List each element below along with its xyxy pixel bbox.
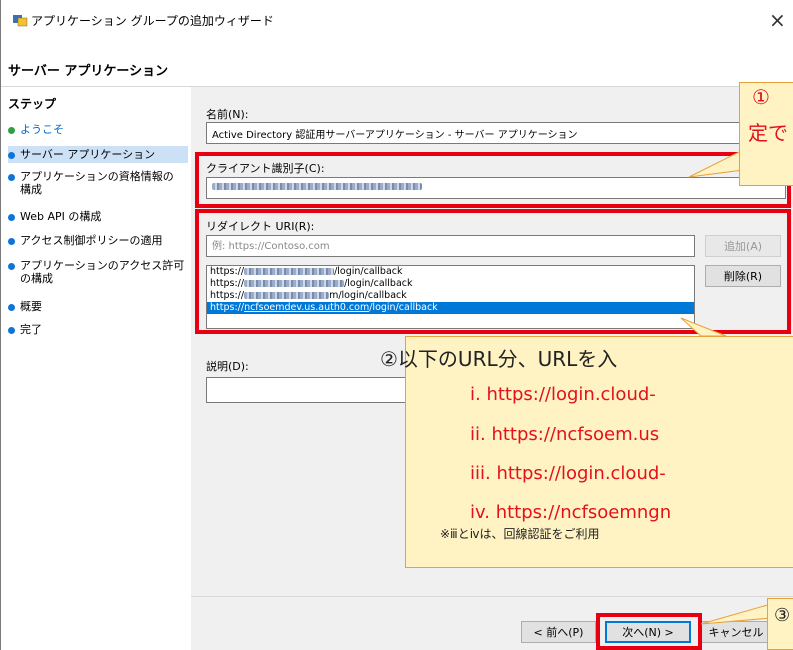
cancel-button[interactable]: キャンセル xyxy=(701,621,771,643)
steps-panel: ステップ ようこそ サーバー アプリケーション アプリケーションの資格情報の 構… xyxy=(1,87,191,650)
step-summary[interactable]: 概要 xyxy=(8,300,188,313)
callout-3: ③ xyxy=(767,598,793,650)
close-icon[interactable]: × xyxy=(769,8,786,32)
page-header: サーバー アプリケーション xyxy=(1,40,793,87)
client-id-highlight xyxy=(195,152,791,208)
app-group-icon xyxy=(13,15,28,27)
step-status-icon xyxy=(8,173,15,181)
step-status-icon xyxy=(8,213,15,221)
step-status-icon xyxy=(8,237,15,245)
step-welcome[interactable]: ようこそ xyxy=(8,123,188,136)
window-title: アプリケーション グループの追加ウィザード xyxy=(31,14,274,28)
callout-2: ②以下のURL分、URLを入 i. https://login.cloud- i… xyxy=(380,336,793,568)
step-access-control-policy[interactable]: アクセス制御ポリシーの適用 xyxy=(8,234,188,247)
step-status-icon xyxy=(8,262,15,270)
redirect-uri-highlight xyxy=(195,209,791,334)
step-status-icon xyxy=(8,303,15,311)
callout-1: ① 定で xyxy=(739,82,793,186)
wizard-window: アプリケーション グループの追加ウィザード × サーバー アプリケーション ステ… xyxy=(0,0,793,650)
description-textarea[interactable] xyxy=(206,377,426,403)
steps-title: ステップ xyxy=(8,97,57,111)
step-configure-permissions[interactable]: アプリケーションのアクセス許可 の構成 xyxy=(8,259,188,285)
next-button-highlight xyxy=(596,613,702,650)
description-label: 説明(D): xyxy=(206,360,249,373)
page-title: サーバー アプリケーション xyxy=(8,64,169,79)
step-complete[interactable]: 完了 xyxy=(8,323,188,336)
name-label: 名前(N): xyxy=(206,108,249,121)
step-status-icon xyxy=(8,151,15,159)
step-configure-credentials[interactable]: アプリケーションの資格情報の 構成 xyxy=(8,170,188,196)
step-status-icon xyxy=(8,126,15,134)
footer-divider xyxy=(191,596,793,597)
step-configure-web-api[interactable]: Web API の構成 xyxy=(8,210,188,223)
name-input[interactable] xyxy=(206,122,786,144)
step-status-icon xyxy=(8,326,15,334)
step-server-application[interactable]: サーバー アプリケーション xyxy=(8,146,188,163)
previous-button[interactable]: < 前へ(P) xyxy=(521,621,596,643)
title-bar: アプリケーション グループの追加ウィザード × xyxy=(1,0,793,40)
